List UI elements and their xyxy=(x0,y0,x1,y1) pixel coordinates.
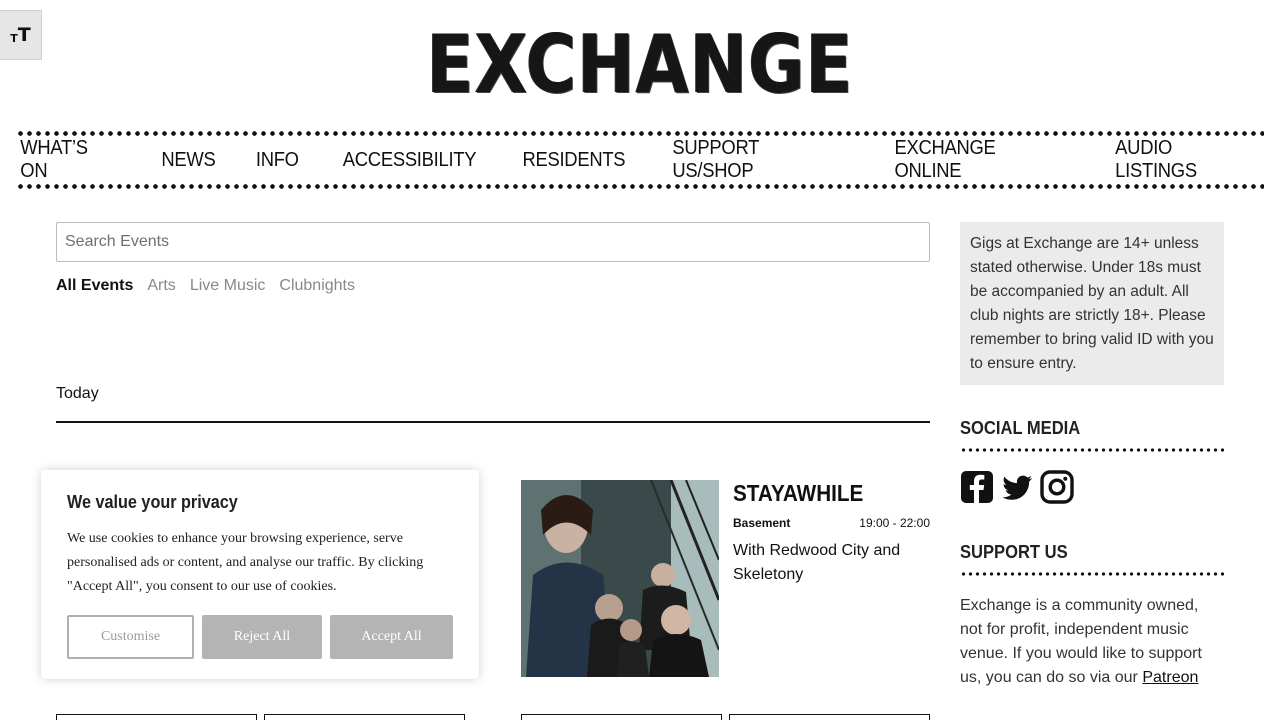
event-filter-tabs: All Events Arts Live Music Clubnights xyxy=(56,277,355,295)
event-image[interactable] xyxy=(521,480,719,677)
filter-clubnights[interactable]: Clubnights xyxy=(279,277,355,295)
customise-button[interactable]: Customise xyxy=(67,615,194,659)
date-section-divider xyxy=(56,421,930,423)
event-card-outline xyxy=(521,714,722,720)
instagram-icon[interactable] xyxy=(1040,470,1074,504)
social-media-divider xyxy=(960,448,1224,452)
event-time: 19:00 - 22:00 xyxy=(859,516,930,530)
support-us-heading: SUPPORT US xyxy=(960,542,1068,562)
event-card-outline xyxy=(56,714,257,720)
nav-item-audio-listings[interactable]: AUDIO LISTINGS xyxy=(1116,137,1258,183)
event-card-outline xyxy=(729,714,930,720)
event-venue: Basement xyxy=(733,516,791,530)
accept-all-button[interactable]: Accept All xyxy=(330,615,453,659)
search-events-input[interactable] xyxy=(56,222,930,262)
font-size-large-glyph: T xyxy=(17,24,31,46)
social-links xyxy=(960,470,1074,504)
main-navigation: WHAT’S ON NEWS INFO ACCESSIBILITY RESIDE… xyxy=(16,137,1264,183)
cookie-consent-banner: We value your privacy We use cookies to … xyxy=(41,470,479,679)
nav-item-accessibility[interactable]: ACCESSIBILITY xyxy=(342,149,476,172)
facebook-icon[interactable] xyxy=(960,470,994,504)
filter-all-events[interactable]: All Events xyxy=(56,277,133,295)
date-section-heading: Today xyxy=(56,385,99,402)
site-logo[interactable]: EXCHANGE xyxy=(427,18,853,111)
nav-item-news[interactable]: NEWS xyxy=(162,149,216,172)
support-us-text: Exchange is a community owned, not for p… xyxy=(960,594,1224,690)
font-size-small-glyph: T xyxy=(10,31,18,45)
nav-item-whats-on[interactable]: WHAT’S ON xyxy=(20,137,119,183)
social-media-heading: SOCIAL MEDIA xyxy=(960,418,1081,438)
cookie-banner-body: We use cookies to enhance your browsing … xyxy=(67,531,424,594)
font-size-toggle-button[interactable]: TT xyxy=(0,10,42,60)
band-photo xyxy=(521,480,719,677)
filter-live-music[interactable]: Live Music xyxy=(190,277,266,295)
nav-item-info[interactable]: INFO xyxy=(256,149,299,172)
support-us-divider xyxy=(960,572,1224,576)
event-description: With Redwood City and Skeletony xyxy=(733,542,901,583)
event-card-outline xyxy=(264,714,465,720)
nav-item-residents[interactable]: RESIDENTS xyxy=(522,149,625,172)
reject-all-button[interactable]: Reject All xyxy=(202,615,322,659)
nav-item-exchange-online[interactable]: EXCHANGE ONLINE xyxy=(894,137,1065,183)
age-policy-notice: Gigs at Exchange are 14+ unless stated o… xyxy=(960,222,1224,385)
nav-dotted-divider-top xyxy=(16,131,1264,136)
filter-arts[interactable]: Arts xyxy=(147,277,175,295)
twitter-icon[interactable] xyxy=(1000,470,1034,504)
patreon-link[interactable]: Patreon xyxy=(1142,669,1198,686)
nav-item-support-us-shop[interactable]: SUPPORT US/SHOP xyxy=(673,137,844,183)
nav-dotted-divider-bottom xyxy=(16,184,1264,189)
cookie-banner-title: We value your privacy xyxy=(67,492,238,512)
event-title[interactable]: STAYAWHILE xyxy=(733,480,863,507)
